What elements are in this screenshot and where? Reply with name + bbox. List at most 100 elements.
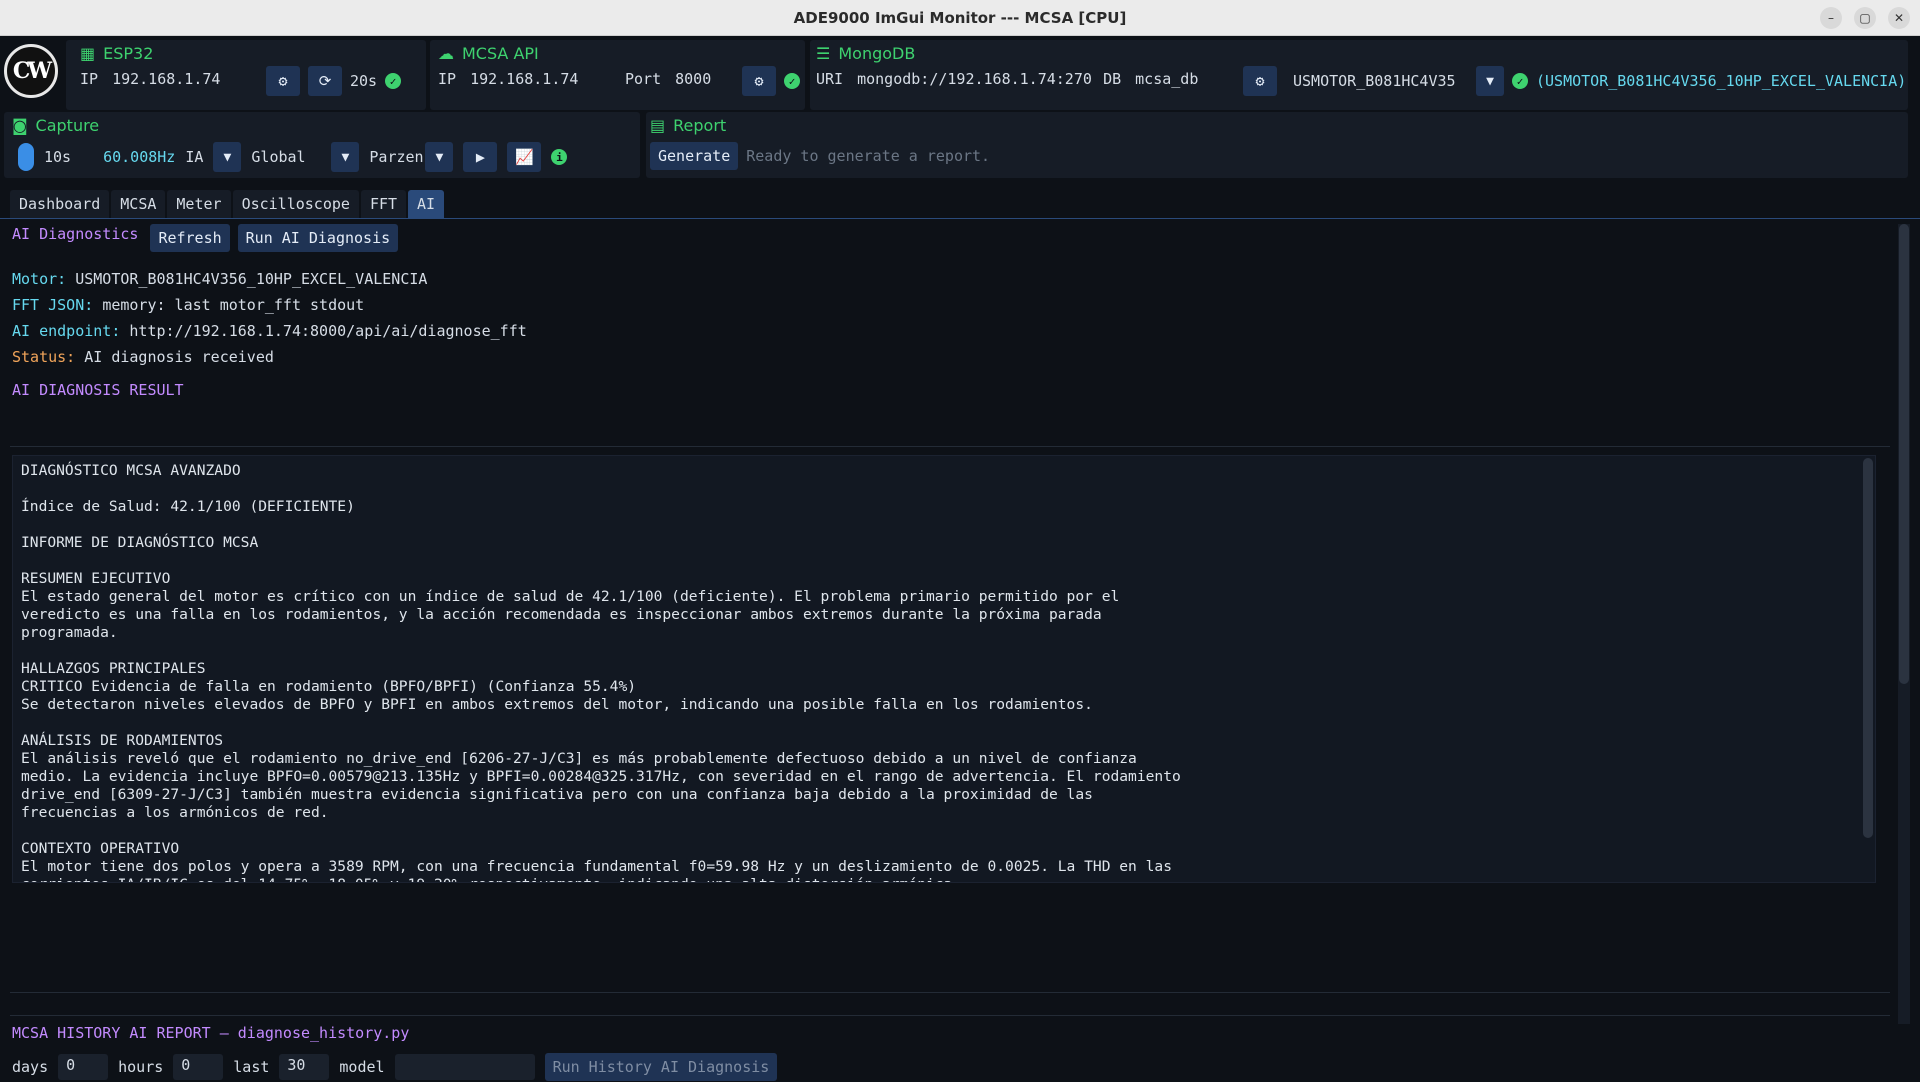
- fft-value: memory: last motor_fft stdout: [102, 296, 365, 314]
- esp32-panel: ▦ ESP32 IP 192.168.1.74 ⚙ ⟳ 20s ✓: [66, 40, 426, 110]
- history-days-input[interactable]: 0: [58, 1054, 109, 1080]
- mongodb-uri-label: URI: [816, 70, 844, 88]
- mcsa-api-settings-button[interactable]: ⚙: [742, 66, 776, 96]
- method-select-arrow[interactable]: ▼: [425, 142, 454, 172]
- motor-line: Motor: USMOTOR_B081HC4V356_10HP_EXCEL_VA…: [12, 270, 427, 288]
- endpoint-line: AI endpoint: http://192.168.1.74:8000/ap…: [12, 322, 527, 340]
- history-controls: days 0 hours 0 last 30 model Run History…: [12, 1052, 778, 1082]
- esp32-interval[interactable]: 20s: [350, 72, 377, 90]
- tab-meter[interactable]: Meter: [167, 190, 231, 218]
- maximize-icon[interactable]: ▢: [1854, 7, 1876, 29]
- esp32-ok-icon: ✓: [385, 73, 402, 89]
- report-panel: ▤ Report Generate Ready to generate a re…: [646, 112, 1908, 178]
- history-separator-top: [10, 992, 1890, 993]
- mongodb-db-value[interactable]: mcsa_db: [1135, 70, 1198, 88]
- tab-fft[interactable]: FFT: [360, 190, 407, 218]
- capture-info-icon[interactable]: i: [551, 149, 568, 165]
- capture-scope[interactable]: Global: [251, 148, 321, 166]
- esp32-settings-button[interactable]: ⚙: [266, 66, 300, 96]
- diagnosis-result-box[interactable]: DIAGNÓSTICO MCSA AVANZADO Índice de Salu…: [12, 455, 1876, 883]
- cloud-icon: ☁: [438, 44, 454, 63]
- chip-icon: ▦: [80, 44, 96, 63]
- history-days-label: days: [12, 1058, 49, 1076]
- history-hours-input[interactable]: 0: [173, 1054, 224, 1080]
- refresh-button[interactable]: Refresh: [150, 224, 230, 252]
- capture-panel: ◙ Capture 10s 60.008Hz IA ▼ Global ▼ Par…: [4, 112, 640, 178]
- main-tabs: Dashboard MCSA Meter Oscilloscope FFT AI: [10, 190, 445, 218]
- motor-select-arrow[interactable]: ▼: [1476, 66, 1504, 96]
- generate-report-button[interactable]: Generate: [650, 142, 739, 170]
- run-ai-diagnosis-button[interactable]: Run AI Diagnosis: [237, 224, 399, 252]
- endpoint-label: AI endpoint:: [12, 322, 121, 340]
- motor-value: USMOTOR_B081HC4V356_10HP_EXCEL_VALENCIA: [75, 270, 428, 288]
- chevron-down-icon: ▼: [1486, 73, 1494, 89]
- mcsa-api-title: MCSA API: [462, 44, 539, 63]
- esp32-ip-value[interactable]: 192.168.1.74: [112, 70, 220, 88]
- history-model-input[interactable]: [394, 1054, 535, 1080]
- chevron-down-icon: ▼: [341, 149, 350, 165]
- tab-oscilloscope[interactable]: Oscilloscope: [232, 190, 359, 218]
- motor-select[interactable]: USMOTOR_B081HC4V35: [1293, 72, 1468, 90]
- history-last-input[interactable]: 30: [279, 1054, 330, 1080]
- start-capture-button[interactable]: ▶: [463, 142, 498, 172]
- mongodb-uri-value[interactable]: mongodb://192.168.1.74:270: [857, 70, 1099, 88]
- mongodb-ok-icon: ✓: [1512, 73, 1528, 89]
- mcsa-api-panel: ☁ MCSA API IP 192.168.1.74 Port 8000 ⚙ ✓: [430, 40, 805, 110]
- app-root: CW ▦ ESP32 IP 192.168.1.74 ⚙ ⟳ 20s ✓ ☁ M…: [0, 36, 1920, 1081]
- history-model-label: model: [339, 1058, 385, 1076]
- capture-duration-slider[interactable]: [18, 143, 34, 171]
- camera-icon: ◙: [12, 116, 28, 135]
- mcsa-api-ok-icon: ✓: [784, 73, 800, 89]
- report-title: Report: [673, 116, 727, 135]
- gears-icon: ⚙: [754, 72, 764, 90]
- history-hours-label: hours: [118, 1058, 164, 1076]
- tab-underline: [0, 218, 1920, 219]
- status-label: Status:: [12, 348, 76, 366]
- cw-logo: CW: [4, 44, 58, 98]
- esp32-ip-label: IP: [80, 70, 99, 88]
- mongodb-settings-button[interactable]: ⚙: [1243, 66, 1277, 96]
- tab-ai[interactable]: AI: [408, 190, 445, 218]
- gears-icon: ⚙: [1255, 72, 1265, 90]
- esp32-title: ESP32: [103, 44, 154, 63]
- chevron-down-icon: ▼: [435, 149, 444, 165]
- endpoint-value: http://192.168.1.74:8000/api/ai/diagnose…: [129, 322, 527, 340]
- fft-line: FFT JSON: memory: last motor_fft stdout: [12, 296, 364, 314]
- mongodb-panel: ☰ MongoDB URI mongodb://192.168.1.74:270…: [810, 40, 1908, 110]
- database-icon: ☰: [816, 44, 831, 63]
- capture-channel[interactable]: IA: [185, 148, 203, 166]
- tab-mcsa[interactable]: MCSA: [111, 190, 166, 218]
- refresh-icon: ⟳: [318, 72, 332, 90]
- minimize-icon[interactable]: –: [1820, 7, 1842, 29]
- status-value: AI diagnosis received: [84, 348, 274, 366]
- report-status: Ready to generate a report.: [746, 147, 991, 165]
- mongodb-title: MongoDB: [838, 44, 916, 63]
- mcsa-api-port-value[interactable]: 8000: [675, 70, 711, 88]
- ai-tab-content: AI Diagnostics Refresh Run AI Diagnosis …: [0, 222, 1920, 1081]
- result-separator: [10, 446, 1890, 447]
- mcsa-api-ip-value[interactable]: 192.168.1.74: [470, 70, 578, 88]
- fft-label: FFT JSON:: [12, 296, 94, 314]
- content-scrollbar[interactable]: [1898, 224, 1910, 1024]
- capture-duration[interactable]: 10s: [44, 148, 71, 166]
- close-icon[interactable]: ✕: [1888, 7, 1910, 29]
- result-scrollbar[interactable]: [1863, 458, 1873, 838]
- mcsa-api-ip-label: IP: [438, 70, 457, 88]
- scope-select-arrow[interactable]: ▼: [331, 142, 360, 172]
- result-title: AI DIAGNOSIS RESULT: [12, 381, 184, 399]
- mongodb-db-label: DB: [1103, 70, 1122, 88]
- line-chart-icon: 📈: [515, 148, 534, 166]
- history-last-label: last: [233, 1058, 270, 1076]
- capture-method[interactable]: Parzen: [369, 148, 425, 166]
- capture-frequency: 60.008Hz: [103, 148, 176, 166]
- motor-status: (USMOTOR_B081HC4V356_10HP_EXCEL_VALENCIA…: [1536, 72, 1907, 90]
- motor-label: Motor:: [12, 270, 67, 288]
- esp32-refresh-button[interactable]: ⟳: [308, 66, 342, 96]
- report-file-icon: ▤: [650, 116, 666, 135]
- chevron-down-icon: ▼: [223, 149, 232, 165]
- tab-dashboard[interactable]: Dashboard: [10, 190, 110, 218]
- chart-button[interactable]: 📈: [507, 142, 542, 172]
- channel-select-arrow[interactable]: ▼: [213, 142, 242, 172]
- content-scrollbar-thumb[interactable]: [1899, 224, 1909, 684]
- run-history-ai-button[interactable]: Run History AI Diagnosis: [544, 1053, 778, 1081]
